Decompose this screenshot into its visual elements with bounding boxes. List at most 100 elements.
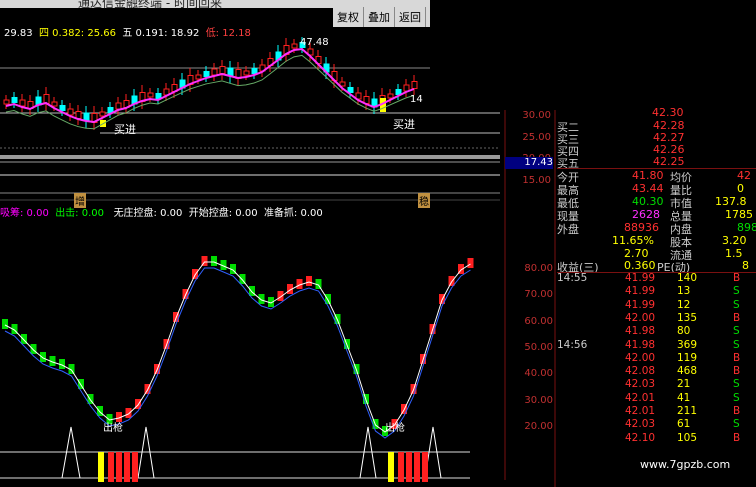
candle-body bbox=[115, 102, 122, 110]
stat-value: 0 bbox=[737, 182, 744, 195]
candle-body bbox=[219, 66, 226, 74]
candle-body bbox=[203, 71, 210, 77]
signal-volume-bar bbox=[116, 452, 122, 482]
trade-side: S bbox=[733, 285, 740, 298]
trade-row: 42.03 61 S bbox=[557, 418, 756, 431]
trade-price: 41.98 bbox=[625, 325, 656, 338]
trade-volume: 119 bbox=[677, 351, 698, 364]
candle-body bbox=[51, 101, 58, 107]
indicator-bar bbox=[30, 344, 37, 354]
stat-value: 43.44 bbox=[632, 182, 664, 195]
price-grid bbox=[0, 67, 556, 487]
stat-value: 0.360 bbox=[624, 259, 656, 272]
indicator-axis-label: 60.00 bbox=[524, 316, 553, 327]
candle-body bbox=[147, 92, 154, 98]
indicator-bar bbox=[306, 276, 312, 286]
trade-volume: 12 bbox=[677, 298, 691, 311]
peak-label: 47.48 bbox=[300, 37, 329, 48]
stat-value: 40.30 bbox=[632, 195, 664, 208]
indicator-axis-label: 80.00 bbox=[524, 263, 553, 274]
trade-side: S bbox=[733, 338, 740, 351]
candle-body bbox=[347, 87, 354, 93]
signal-volume-bar bbox=[98, 452, 104, 482]
trade-side: B bbox=[733, 351, 741, 364]
trade-price: 41.99 bbox=[625, 285, 656, 298]
trade-row: 42.03 21 S bbox=[557, 378, 756, 391]
indicator-axis-label: 30.00 bbox=[524, 395, 553, 406]
indicator-bar bbox=[40, 352, 46, 362]
indicator-bar bbox=[211, 256, 217, 266]
ma-line-short bbox=[5, 47, 415, 124]
bid-one-row: 42.30 bbox=[557, 106, 756, 119]
indicator-bar bbox=[448, 276, 455, 286]
candle-body bbox=[195, 74, 202, 80]
trade-row: 42.01 211 B bbox=[557, 405, 756, 418]
stat-value: 8 bbox=[742, 259, 749, 272]
trade-row: 42.01 41 S bbox=[557, 392, 756, 405]
trade-side: B bbox=[733, 405, 741, 417]
trade-side: S bbox=[733, 391, 740, 404]
candle-body bbox=[59, 105, 66, 111]
indicator-bar bbox=[125, 408, 132, 418]
trade-price: 42.03 bbox=[625, 418, 656, 431]
signal-volume-bar bbox=[414, 452, 420, 482]
trade-side: B bbox=[733, 311, 741, 324]
candle-body bbox=[75, 111, 82, 119]
stat-value: 1785 bbox=[725, 208, 753, 221]
trade-price: 41.98 bbox=[625, 338, 656, 351]
signal-volume-bar bbox=[422, 452, 428, 482]
candle-body bbox=[411, 81, 418, 89]
current-price-tag: 17.43 bbox=[505, 157, 553, 169]
trade-price: 42.00 bbox=[625, 351, 656, 364]
trade-price: 42.00 bbox=[625, 311, 656, 324]
trade-volume: 61 bbox=[677, 418, 691, 431]
trade-row: 41.99 12 S bbox=[557, 299, 756, 312]
buy-signal-label-2: 买进 bbox=[393, 118, 415, 131]
trade-volume: 80 bbox=[677, 325, 691, 338]
trade-volume: 369 bbox=[677, 338, 698, 351]
trade-volume: 105 bbox=[677, 431, 698, 444]
trade-side: S bbox=[733, 298, 740, 311]
indicator-axis-label: 20.00 bbox=[524, 421, 553, 432]
trade-price: 42.10 bbox=[625, 431, 656, 444]
candle-body bbox=[243, 70, 250, 76]
price-axis-label: 30.00 bbox=[522, 110, 551, 121]
bid-price: 42.25 bbox=[653, 155, 685, 168]
indicator-bar bbox=[249, 286, 255, 296]
indicator-line bbox=[4, 261, 471, 433]
signal-volume-bar bbox=[108, 452, 114, 482]
bid-one-price: 42.30 bbox=[652, 106, 684, 119]
indicator-legend-accumulate: 吸筹: 0.00 bbox=[0, 208, 49, 219]
candle-body bbox=[99, 111, 106, 117]
signal-volume-bar bbox=[388, 452, 394, 482]
trade-row: 42.10 105 B bbox=[557, 432, 756, 445]
trade-row: 14:55 41.99 140 B bbox=[557, 272, 756, 285]
period-marker-right: 稳 bbox=[418, 193, 430, 208]
trade-side: B bbox=[733, 272, 741, 284]
indicator-bar bbox=[258, 294, 265, 304]
trade-side: B bbox=[733, 431, 741, 444]
candle-body bbox=[211, 68, 218, 76]
trade-volume: 21 bbox=[677, 378, 691, 391]
indicator-axis-label: 40.00 bbox=[524, 368, 553, 379]
indicator-axis-label: 70.00 bbox=[524, 289, 553, 300]
trade-volume: 140 bbox=[677, 272, 698, 284]
trade-side: S bbox=[733, 378, 740, 391]
signal-volume-bar bbox=[406, 452, 412, 482]
trade-row: 14:56 41.98 369 S bbox=[557, 339, 756, 352]
stat-value: 11.65% bbox=[612, 234, 654, 247]
candle-body bbox=[107, 107, 114, 113]
candle-body bbox=[19, 99, 26, 107]
stat-value: 898 bbox=[737, 221, 756, 234]
candle-body bbox=[67, 108, 74, 116]
indicator-legend-ready: 准备抓: 0.00 bbox=[263, 208, 323, 219]
trade-price: 42.01 bbox=[625, 405, 656, 417]
candle-body bbox=[251, 68, 258, 74]
trade-row: 41.99 13 S bbox=[557, 285, 756, 298]
indicator-legend-strike: 出击: 0.00 bbox=[55, 208, 105, 219]
trade-volume: 135 bbox=[677, 311, 698, 324]
stat-value: 42 bbox=[737, 169, 751, 182]
trade-price: 42.01 bbox=[625, 391, 656, 404]
stat-value: 3.20 bbox=[722, 234, 747, 247]
trade-side: S bbox=[733, 325, 740, 338]
